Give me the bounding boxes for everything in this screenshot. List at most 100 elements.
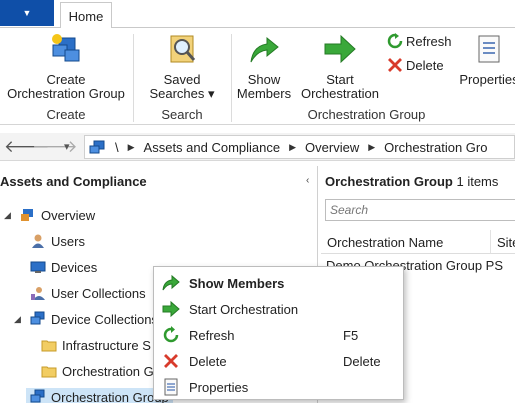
address-bar: 🡐 🡒 ▾ \ ▶ Assets and Compliance ▶ Overvi… [0,133,515,161]
tree-item-label: User Collections [51,285,146,301]
forward-button[interactable]: 🡒 [32,137,78,157]
forward-arrow-icon: 🡒 [32,137,78,156]
ribbon-group-search: Saved Searches ▾ Search [134,28,230,125]
expand-arrow-icon[interactable]: ◢ [4,210,14,221]
create-orchestration-group-button[interactable]: Create Orchestration Group [4,32,128,101]
chevron-left-icon: ‹ [306,175,310,186]
ribbon-group-orchestration: Show Members Start Orchestration Refresh… [232,28,515,125]
breadcrumb-separator-icon: ▶ [127,141,135,152]
breadcrumb-overview[interactable]: Overview [305,140,359,155]
menu-item-label: Properties [189,379,249,395]
results-title: Orchestration Group 1 items [325,174,498,189]
green-curved-arrow-icon [250,36,279,63]
menu-item-delete[interactable]: Delete Delete [154,348,403,374]
start-orchestration-label-line2: Orchestration [300,86,380,101]
console-icon [89,140,105,154]
menu-item-start-orchestration[interactable]: Start Orchestration [154,296,403,322]
device-collection-icon [30,311,45,325]
ribbon-group-create: Create Orchestration Group Create [0,28,132,125]
user-icon [32,234,44,248]
tree-item-label: Users [51,233,85,249]
properties-sheet-icon [478,35,500,63]
refresh-icon [387,33,403,49]
green-curved-arrow-icon [162,274,180,291]
app-menu-button[interactable]: ▼ [0,0,54,26]
menu-item-label: Refresh [189,327,235,343]
chevron-down-icon: ▾ [64,141,70,153]
show-members-label-line1: Show [247,72,281,87]
menu-item-label: Show Members [189,275,285,291]
properties-button[interactable]: Properties [454,32,515,87]
show-members-label-line2: Members [236,86,292,101]
breadcrumb-orchestration-group[interactable]: Orchestration Gro [384,140,487,155]
device-icon [30,261,46,273]
folder-icon [41,340,57,352]
tab-home[interactable]: Home [60,2,112,29]
tree-item-device-collections[interactable]: ◢ Device Collections [14,311,158,327]
show-members-button[interactable]: Show Members [234,32,294,101]
refresh-icon [163,326,179,343]
ribbon-tab-strip: ▼ Home [0,0,515,29]
user-collection-icon [31,287,45,300]
saved-searches-label-line1: Saved [163,72,201,87]
overview-icon [21,209,33,221]
refresh-label: Refresh [406,33,452,49]
tree-item-user-collections[interactable]: User Collections [30,285,146,301]
tree-item-users[interactable]: Users [30,233,85,249]
tab-home-label: Home [68,8,104,24]
collapse-pane-button[interactable]: ‹ [306,175,309,186]
history-dropdown-button[interactable]: ▾ [64,140,70,153]
tree-item-orchestration-folder[interactable]: Orchestration G [41,363,154,379]
ribbon: Create Orchestration Group Create Saved … [0,28,515,125]
properties-label: Properties [459,72,515,87]
tree-item-label: Orchestration G [62,363,154,379]
tree-item-label: Infrastructure S [62,337,151,353]
create-label-line2: Orchestration Group [7,86,125,101]
menu-item-show-members[interactable]: Show Members [154,270,403,296]
expand-arrow-icon[interactable]: ◢ [14,314,24,325]
folder-icon [41,366,57,378]
tree-item-overview[interactable]: ◢ Overview [4,207,95,223]
tree-item-devices[interactable]: Devices [30,259,97,275]
tree-item-label: Overview [41,207,96,223]
results-item-count: 1 items [456,174,499,189]
saved-searches-button[interactable]: Saved Searches ▾ [144,32,220,101]
properties-sheet-icon [164,378,178,396]
group-label-create: Create [46,107,86,122]
tree-item-infrastructure-folder[interactable]: Infrastructure S [41,337,151,353]
context-menu: Show Members Start Orchestration Refresh… [153,266,404,400]
start-orchestration-button[interactable]: Start Orchestration [298,32,382,101]
tree-item-orchestration-group[interactable]: Orchestration Group [26,388,173,403]
menu-item-shortcut: F5 [343,327,359,343]
breadcrumb-separator-icon: ▶ [289,141,297,152]
pane-title: Assets and Compliance [0,174,147,189]
delete-button[interactable]: Delete [387,57,444,73]
saved-searches-icon [170,35,196,63]
breadcrumb[interactable]: \ ▶ Assets and Compliance ▶ Overview ▶ O… [84,135,515,159]
results-title-node: Orchestration Group [325,174,453,189]
menu-item-refresh[interactable]: Refresh F5 [154,322,403,348]
column-header-orchestration-name[interactable]: Orchestration Name [321,230,491,254]
tree-item-label: Device Collections [51,311,158,327]
menu-item-shortcut: Delete [343,353,381,369]
search-input[interactable]: Search [325,199,515,221]
tree-item-label: Devices [51,259,98,275]
app-menu-glyph: ▼ [22,8,32,18]
create-label-line1: Create [46,72,86,87]
green-arrow-icon [324,34,356,64]
group-label-search: Search [161,107,203,122]
menu-item-label: Delete [189,353,227,369]
saved-searches-label-line2: Searches ▾ [149,86,215,101]
refresh-button[interactable]: Refresh [387,33,452,49]
breadcrumb-separator-icon: ▶ [368,141,376,152]
green-arrow-icon [162,300,180,318]
orchestration-group-icon [30,389,45,403]
column-header-site[interactable]: Site [491,230,515,254]
red-x-icon [388,58,402,72]
group-label-orchestration: Orchestration Group [307,107,426,122]
start-orchestration-label-line1: Start [326,72,354,87]
menu-item-properties[interactable]: Properties [154,374,403,400]
breadcrumb-root[interactable]: \ [115,140,119,155]
breadcrumb-assets-and-compliance[interactable]: Assets and Compliance [144,140,281,155]
create-orchestration-group-icon [52,34,80,62]
